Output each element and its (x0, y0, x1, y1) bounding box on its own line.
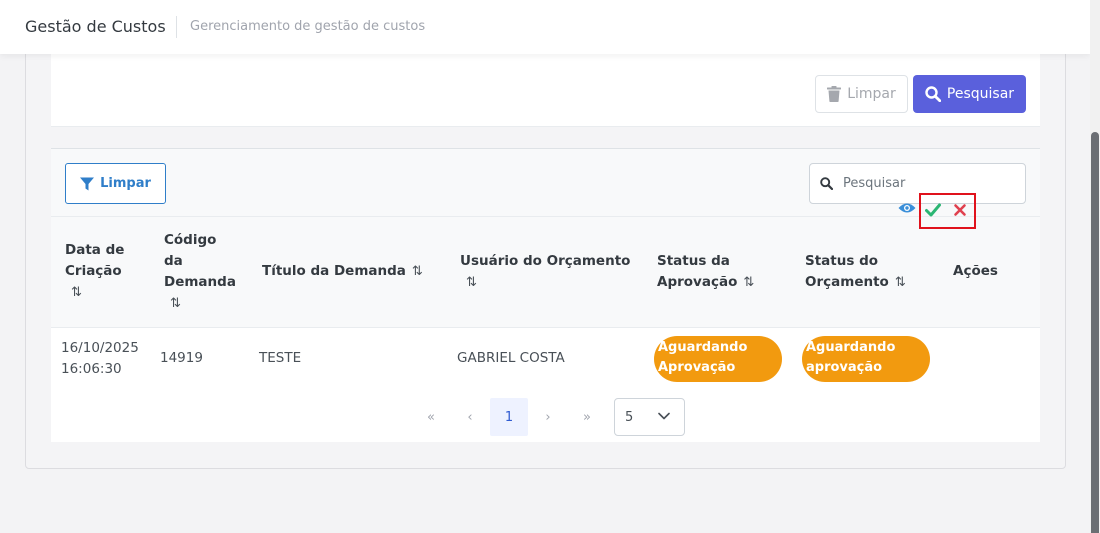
column-header-budget-user[interactable]: Usuário do Orçamento ⇅ (460, 251, 630, 293)
badge-text: Aguardando (806, 340, 896, 355)
previous-page-button[interactable]: ‹ (451, 398, 489, 436)
page-scrollbar[interactable] (1090, 0, 1100, 533)
column-header-label: Código (164, 232, 217, 248)
column-header-label: Usuário do Orçamento (460, 253, 631, 269)
column-header-actions: Ações (953, 261, 998, 282)
budget-status-badge: Aguardando aprovação (802, 336, 930, 382)
last-page-button[interactable]: » (568, 398, 606, 436)
cell-demand-title: TESTE (259, 350, 302, 366)
table-toolbar: Limpar (51, 149, 1040, 217)
cell-budget-user: GABRIEL COSTA (457, 350, 565, 366)
creation-date: 16/10/2025 (61, 340, 139, 356)
search-icon (820, 177, 833, 190)
column-header-label: Aprovação (657, 274, 738, 290)
clear-table-filter-label: Limpar (100, 176, 151, 191)
column-header-approval-status[interactable]: Status da Aprovação ⇅ (657, 251, 754, 293)
column-header-label: Título da Demanda (262, 263, 406, 279)
column-header-label: Orçamento (805, 274, 889, 290)
badge-text: Aprovação (658, 360, 736, 375)
table-row[interactable]: 16/10/2025 16:06:30 14919 TESTE GABRIEL … (51, 328, 1040, 390)
creation-time: 16:06:30 (61, 361, 122, 377)
pagination: « ‹ 1 › » 5 (51, 390, 1040, 443)
sort-icon[interactable]: ⇅ (170, 296, 181, 311)
current-page-button[interactable]: 1 (490, 398, 528, 436)
column-header-label: Ações (953, 263, 998, 279)
page-title: Gestão de Custos (25, 17, 166, 36)
table-search-field[interactable] (809, 163, 1026, 204)
view-eye-icon[interactable] (898, 202, 916, 214)
search-button[interactable]: Pesquisar (913, 75, 1026, 113)
badge-text: Aguardando (658, 340, 748, 355)
cell-creation-date: 16/10/2025 16:06:30 (61, 338, 139, 380)
column-header-label: Data de (65, 242, 125, 258)
column-header-demand-code[interactable]: Código da Demanda ⇅ (164, 230, 236, 314)
clear-table-filter-button[interactable]: Limpar (65, 163, 166, 204)
column-header-label: Demanda (164, 274, 236, 290)
sort-icon[interactable]: ⇅ (71, 285, 82, 300)
search-icon (925, 86, 941, 102)
reject-close-icon[interactable] (953, 203, 967, 217)
clear-filters-label: Limpar (847, 86, 896, 102)
column-header-creation-date[interactable]: Data de Criação ⇅ (65, 240, 124, 303)
clear-filters-button[interactable]: Limpar (815, 75, 908, 113)
table-header: Data de Criação ⇅ Código da Demanda ⇅ Tí… (51, 217, 1040, 328)
column-header-demand-title[interactable]: Título da Demanda ⇅ (262, 261, 423, 282)
badge-text: aprovação (806, 360, 883, 375)
approval-status-badge: Aguardando Aprovação (654, 336, 782, 382)
cell-demand-code: 14919 (160, 350, 203, 366)
filter-icon (80, 177, 95, 190)
page-subtitle: Gerenciamento de gestão de custos (190, 19, 426, 34)
results-table-card: Limpar Data de Criação ⇅ Código da Deman… (51, 148, 1040, 442)
column-header-budget-status[interactable]: Status do Orçamento ⇅ (805, 251, 906, 293)
sort-icon[interactable]: ⇅ (412, 264, 423, 279)
trash-icon (827, 86, 842, 102)
page-size-value: 5 (625, 409, 634, 425)
table-search-input[interactable] (843, 176, 1003, 191)
approve-check-icon[interactable] (925, 203, 941, 217)
scrollbar-thumb[interactable] (1091, 132, 1099, 533)
sort-icon[interactable]: ⇅ (743, 275, 754, 290)
column-header-label: Status da (657, 253, 730, 269)
page-header: Gestão de Custos Gerenciamento de gestão… (0, 0, 1090, 54)
first-page-button[interactable]: « (412, 398, 450, 436)
column-header-label: Criação (65, 263, 122, 279)
column-header-label: da (164, 253, 183, 269)
column-header-label: Status do (805, 253, 879, 269)
sort-icon[interactable]: ⇅ (466, 275, 477, 290)
chevron-down-icon (658, 412, 670, 420)
next-page-button[interactable]: › (529, 398, 567, 436)
header-divider (176, 16, 177, 38)
search-button-label: Pesquisar (946, 86, 1015, 102)
page-size-select[interactable]: 5 (614, 398, 685, 436)
sort-icon[interactable]: ⇅ (895, 275, 906, 290)
